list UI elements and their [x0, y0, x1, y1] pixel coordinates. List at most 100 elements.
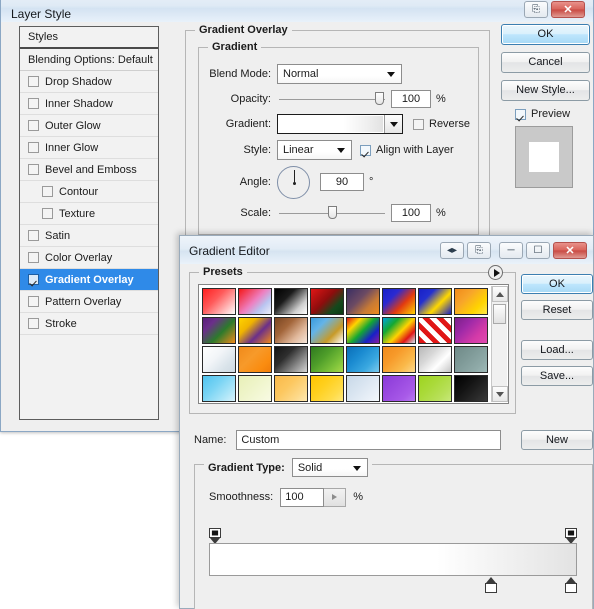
restore-panel-icon[interactable]: ⎘: [467, 242, 491, 259]
gradient-preset-swatch[interactable]: [382, 288, 416, 315]
sidebar-item-inner-shadow[interactable]: Inner Shadow: [20, 93, 158, 115]
gradient-preset-swatch[interactable]: [238, 317, 272, 344]
gradient-preset-swatch[interactable]: [418, 317, 452, 344]
inner-shadow-checkbox[interactable]: [28, 98, 39, 109]
scroll-up-arrow-icon[interactable]: [492, 286, 508, 302]
drop-shadow-checkbox[interactable]: [28, 76, 39, 87]
ok-button[interactable]: OK: [501, 24, 590, 45]
gradient-preset-swatch[interactable]: [418, 375, 452, 402]
sidebar-item-inner-glow[interactable]: Inner Glow: [20, 137, 158, 159]
new-button[interactable]: New: [521, 430, 593, 450]
opacity-slider-knob[interactable]: [375, 92, 384, 105]
load-button[interactable]: Load...: [521, 340, 593, 360]
gradient-preset-swatch[interactable]: [310, 375, 344, 402]
minimize-icon[interactable]: ─: [499, 242, 523, 259]
preview-checkbox[interactable]: [515, 108, 526, 120]
cancel-button[interactable]: Cancel: [501, 52, 590, 73]
gradient-preset-swatch[interactable]: [274, 346, 308, 373]
scrollbar-thumb[interactable]: [493, 304, 506, 324]
gradient-bar-editor[interactable]: [209, 528, 577, 602]
presets-scrollbar[interactable]: [491, 286, 508, 402]
gradient-preset-swatch[interactable]: [202, 346, 236, 373]
gradient-dropdown-button[interactable]: [384, 115, 402, 133]
blend-mode-select[interactable]: Normal: [277, 64, 402, 84]
satin-checkbox[interactable]: [28, 230, 39, 241]
gradient-type-select[interactable]: Solid: [291, 458, 368, 477]
gradient-bar-preview[interactable]: [209, 543, 577, 576]
smoothness-stepper[interactable]: [324, 487, 347, 507]
sidebar-item-contour[interactable]: Contour: [20, 181, 158, 203]
gradient-preset-swatch[interactable]: [418, 288, 452, 315]
gradient-preset-swatch[interactable]: [454, 375, 488, 402]
color-overlay-checkbox[interactable]: [28, 252, 39, 263]
reset-button[interactable]: Reset: [521, 300, 593, 320]
gradient-preset-swatch[interactable]: [382, 375, 416, 402]
scale-slider[interactable]: [279, 204, 385, 222]
sidebar-item-pattern-overlay[interactable]: Pattern Overlay: [20, 291, 158, 313]
gradient-preset-swatch[interactable]: [202, 288, 236, 315]
gradient-preset-swatch[interactable]: [346, 375, 380, 402]
gradient-preset-swatch[interactable]: [310, 317, 344, 344]
scale-slider-knob[interactable]: [328, 206, 337, 219]
style-select[interactable]: Linear: [277, 140, 352, 160]
gradient-preset-swatch[interactable]: [346, 346, 380, 373]
sidebar-item-blending-options[interactable]: Blending Options: Default: [20, 49, 158, 71]
restore-panel-icon[interactable]: ⎘: [524, 1, 548, 18]
inner-glow-checkbox[interactable]: [28, 142, 39, 153]
gradient-preset-swatch[interactable]: [238, 288, 272, 315]
sidebar-item-texture[interactable]: Texture: [20, 203, 158, 225]
gradient-preset-swatch[interactable]: [274, 375, 308, 402]
collapse-arrows-icon[interactable]: ◂▸: [440, 242, 464, 259]
color-stop-0[interactable]: [485, 577, 497, 593]
close-icon[interactable]: ✕: [553, 242, 587, 259]
outer-glow-checkbox[interactable]: [28, 120, 39, 131]
bevel-and-emboss-checkbox[interactable]: [28, 164, 39, 175]
preview-checkbox-group[interactable]: Preview: [515, 108, 591, 120]
gradient-preset-swatch[interactable]: [382, 317, 416, 344]
angle-input[interactable]: 90: [320, 173, 364, 191]
gradient-preset-swatch[interactable]: [310, 346, 344, 373]
gradient-picker[interactable]: [277, 114, 403, 134]
gradient-preset-swatch[interactable]: [274, 317, 308, 344]
gradient-preset-swatch[interactable]: [202, 375, 236, 402]
gradient-preset-swatch[interactable]: [454, 288, 488, 315]
align-with-layer-group[interactable]: Align with Layer: [360, 144, 454, 156]
gradient-preset-swatch[interactable]: [274, 288, 308, 315]
save-button[interactable]: Save...: [521, 366, 593, 386]
name-input[interactable]: Custom: [236, 430, 502, 450]
gradient-preset-swatch[interactable]: [238, 375, 272, 402]
gradient-preset-swatch[interactable]: [382, 346, 416, 373]
contour-checkbox[interactable]: [42, 186, 53, 197]
smoothness-input[interactable]: 100: [280, 487, 325, 507]
scale-input[interactable]: 100: [391, 204, 431, 222]
preset-menu-icon[interactable]: [488, 265, 503, 280]
sidebar-item-bevel-and-emboss[interactable]: Bevel and Emboss: [20, 159, 158, 181]
opacity-input[interactable]: 100: [391, 90, 431, 108]
pattern-overlay-checkbox[interactable]: [28, 296, 39, 307]
angle-dial[interactable]: [277, 165, 310, 199]
gradient-preset-swatch[interactable]: [202, 317, 236, 344]
reverse-checkbox[interactable]: [413, 118, 424, 130]
stroke-checkbox[interactable]: [28, 318, 39, 329]
new-style-button[interactable]: New Style...: [501, 80, 590, 101]
sidebar-item-color-overlay[interactable]: Color Overlay: [20, 247, 158, 269]
sidebar-item-outer-glow[interactable]: Outer Glow: [20, 115, 158, 137]
gradient-preset-swatch[interactable]: [454, 317, 488, 344]
sidebar-item-drop-shadow[interactable]: Drop Shadow: [20, 71, 158, 93]
align-with-layer-checkbox[interactable]: [360, 144, 371, 156]
scroll-down-arrow-icon[interactable]: [492, 386, 508, 402]
presets-swatch-grid[interactable]: [201, 287, 489, 403]
maximize-icon[interactable]: ☐: [526, 242, 550, 259]
gradient-preset-swatch[interactable]: [346, 288, 380, 315]
opacity-slider[interactable]: [279, 90, 385, 108]
presets-swatch-box[interactable]: [198, 284, 509, 404]
gradient-preset-swatch[interactable]: [418, 346, 452, 373]
reverse-checkbox-group[interactable]: Reverse: [413, 118, 470, 130]
sidebar-item-stroke[interactable]: Stroke: [20, 313, 158, 335]
gradient-preset-swatch[interactable]: [238, 346, 272, 373]
color-stop-1[interactable]: [565, 577, 577, 593]
sidebar-item-gradient-overlay[interactable]: Gradient Overlay: [20, 269, 158, 291]
gradient-preview-swatch[interactable]: [278, 115, 384, 133]
sidebar-item-satin[interactable]: Satin: [20, 225, 158, 247]
close-icon[interactable]: ✕: [551, 1, 585, 18]
